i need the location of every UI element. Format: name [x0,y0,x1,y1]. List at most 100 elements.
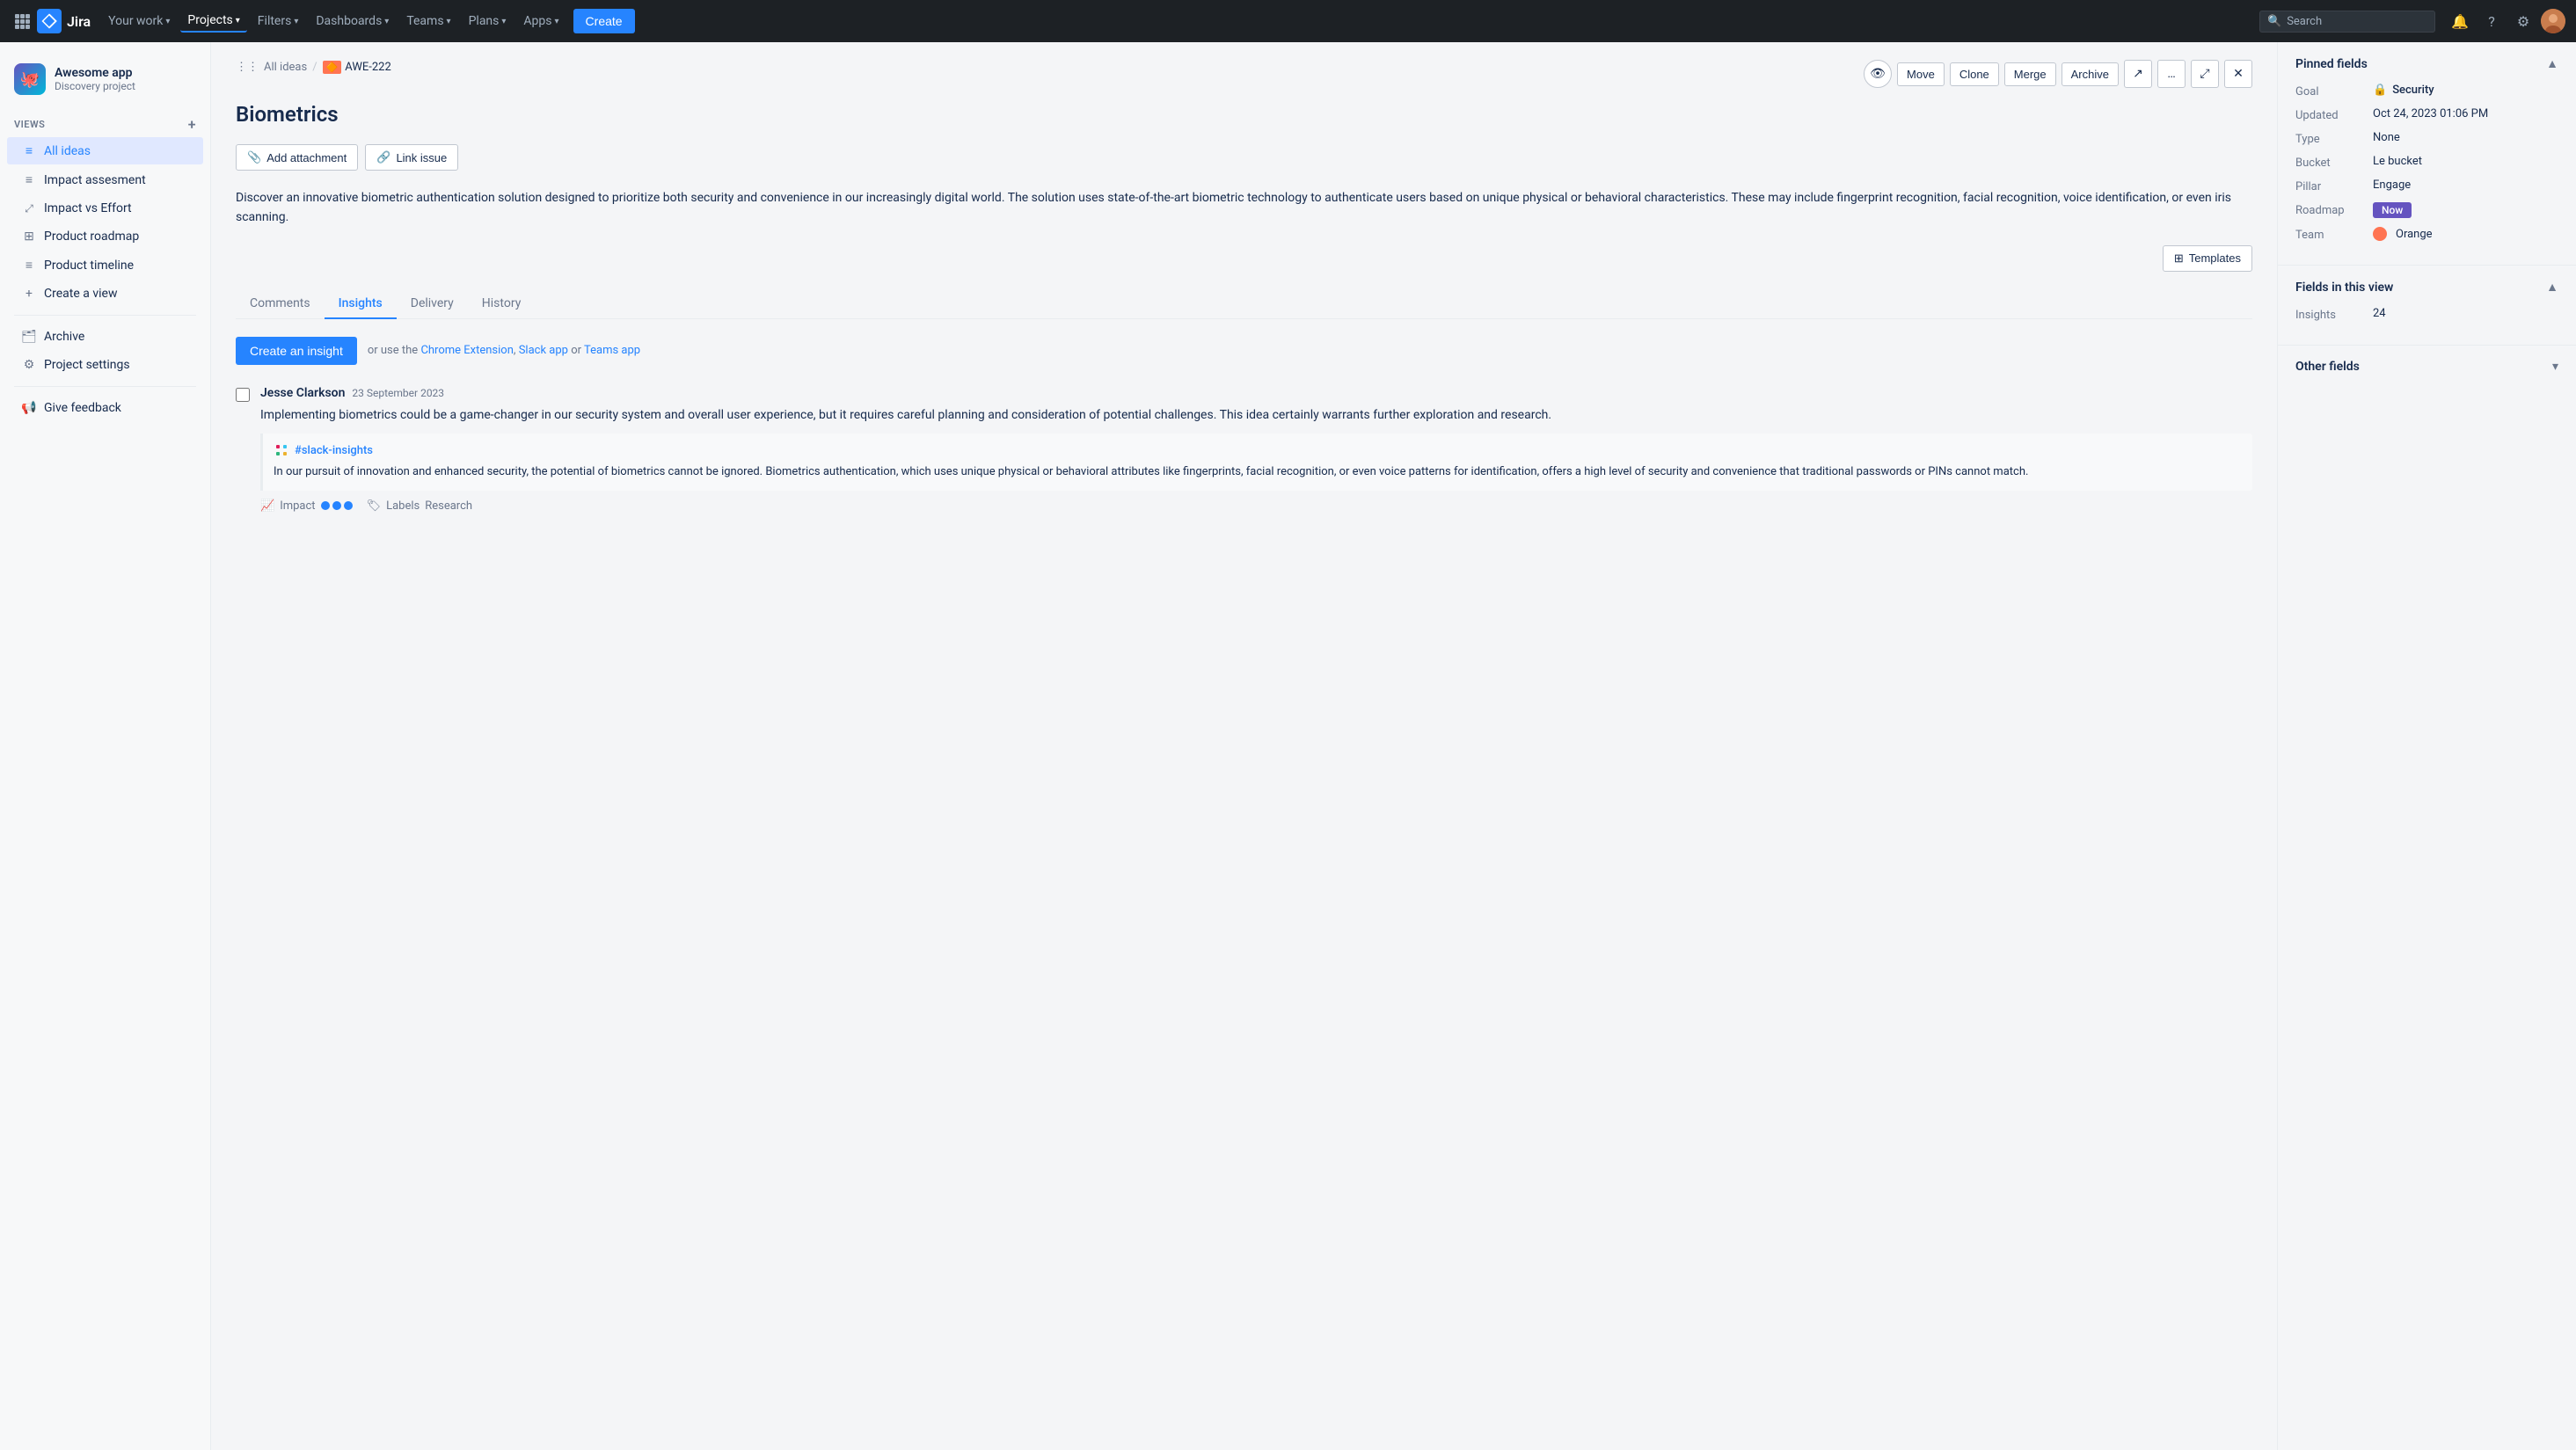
sidebar-item-all-ideas[interactable]: ≡ All ideas [7,137,203,164]
nav-dashboards[interactable]: Dashboards ▾ [309,11,396,32]
help-icon[interactable]: ? [2477,7,2506,35]
pillar-value[interactable]: Engage [2373,179,2411,192]
jira-logo[interactable]: Jira [37,9,91,33]
team-dot [2373,227,2387,241]
share-button[interactable]: ↗ [2124,60,2152,88]
sidebar-item-feedback[interactable]: 📢 Give feedback [7,395,203,421]
updated-label: Updated [2295,107,2366,122]
insights-label: Insights [2295,307,2366,322]
tab-delivery[interactable]: Delivery [397,289,468,319]
search-bar[interactable]: 🔍 Search [2259,11,2435,33]
sidebar-item-project-settings[interactable]: ⚙ Project settings [7,352,203,378]
sidebar-item-impact-assessment[interactable]: ≡ Impact assesment [7,166,203,193]
notifications-icon[interactable]: 🔔 [2446,7,2474,35]
chrome-extension-link[interactable]: Chrome Extension [420,344,513,357]
tab-history[interactable]: History [468,289,536,319]
breadcrumb-all-ideas[interactable]: All ideas [264,61,307,74]
archive-button[interactable]: Archive [2062,62,2119,86]
fields-in-view-section: Fields in this view ▲ Insights 24 [2278,266,2576,346]
move-button[interactable]: Move [1897,62,1945,86]
nav-apps[interactable]: Apps ▾ [516,11,566,32]
sidebar-item-create-view[interactable]: + Create a view [7,281,203,307]
type-value[interactable]: None [2373,131,2400,144]
roadmap-value[interactable]: Now [2373,202,2412,218]
slack-channel-link[interactable]: #slack-insights [295,444,373,457]
fields-in-view-collapse[interactable]: ▲ [2546,280,2558,295]
other-fields-expand[interactable]: ▾ [2552,360,2558,374]
settings-icon[interactable]: ⚙ [2509,7,2537,35]
insight-quote-text: In our pursuit of innovation and enhance… [274,463,2242,482]
sidebar-divider-2 [14,386,196,387]
user-avatar[interactable] [2541,9,2565,33]
search-icon: 🔍 [2267,15,2281,28]
insight-body: Jesse Clarkson 23 September 2023 Impleme… [260,386,2252,513]
type-label: Type [2295,131,2366,146]
insight-quote-source: #slack-insights [274,442,2242,458]
pinned-fields-collapse[interactable]: ▲ [2546,56,2558,71]
add-view-button[interactable]: + [188,116,196,133]
tab-comments[interactable]: Comments [236,289,325,319]
goal-text[interactable]: Security [2392,84,2434,97]
nav-your-work[interactable]: Your work ▾ [101,11,177,32]
impact-dot-1 [321,501,330,510]
fields-in-view-header: Fields in this view ▲ [2295,280,2558,295]
teams-chevron: ▾ [447,17,451,26]
top-nav: Jira Your work ▾ Projects ▾ Filters ▾ Da… [0,0,2576,42]
watch-button[interactable]: 👁 [1864,60,1892,88]
add-attachment-button[interactable]: 📎 Add attachment [236,144,358,171]
project-type: Discovery project [55,80,135,92]
insight-date: 23 September 2023 [352,387,444,399]
grid-icon[interactable] [11,10,33,33]
issue-badge: 🔶 [323,61,342,74]
nav-filters[interactable]: Filters ▾ [251,11,306,32]
insight-author-row: Jesse Clarkson 23 September 2023 [260,386,2252,400]
create-insight-button[interactable]: Create an insight [236,337,357,365]
goal-label: Goal [2295,84,2366,98]
insight-checkbox[interactable] [236,388,250,402]
sidebar-item-archive[interactable]: 🗂 Archive [7,324,203,350]
close-button[interactable]: ✕ [2224,60,2252,88]
team-value[interactable]: Orange [2373,227,2433,241]
insights-count[interactable]: 24 [2373,307,2386,320]
create-view-icon: + [21,287,37,301]
link-issue-button[interactable]: 🔗 Link issue [365,144,458,171]
roadmap-badge: Now [2373,202,2412,218]
templates-button[interactable]: ⊞ Templates [2163,245,2252,272]
nav-projects[interactable]: Projects ▾ [180,10,246,33]
impact-dot-3 [344,501,353,510]
other-fields-header[interactable]: Other fields ▾ [2295,360,2558,374]
tab-insights[interactable]: Insights [325,289,397,319]
pillar-label: Pillar [2295,179,2366,193]
teams-app-link[interactable]: Teams app [584,344,640,357]
sidebar: 🐙 Awesome app Discovery project VIEWS + … [0,42,211,1450]
nav-teams[interactable]: Teams ▾ [399,11,457,32]
right-panel: Pinned fields ▲ Goal 🔒 Security Updated … [2277,42,2576,1450]
idea-title: Biometrics [236,102,2252,127]
apps-chevron: ▾ [555,17,559,26]
labels-icon: 🏷 [367,499,382,513]
fields-in-view-title: Fields in this view [2295,281,2393,295]
bucket-value[interactable]: Le bucket [2373,155,2422,168]
more-options-button[interactable]: … [2157,60,2186,88]
breadcrumb-grid-icon: ⋮⋮ [236,61,259,74]
slack-app-link[interactable]: Slack app [519,344,568,357]
pinned-fields-header: Pinned fields ▲ [2295,56,2558,71]
nav-plans[interactable]: Plans ▾ [462,11,514,32]
sidebar-item-impact-effort[interactable]: ⤢ Impact vs Effort [7,195,203,222]
create-button[interactable]: Create [573,9,635,33]
merge-button[interactable]: Merge [2004,62,2056,86]
expand-button[interactable]: ⤢ [2191,60,2219,88]
link-icon: 🔗 [376,150,390,164]
impact-effort-icon: ⤢ [21,202,37,215]
project-icon: 🐙 [14,63,46,95]
clone-button[interactable]: Clone [1950,62,1999,86]
idea-description: Discover an innovative biometric authent… [236,188,2252,228]
templates-row: ⊞ Templates [236,245,2252,272]
insight-meta: 📈 Impact 🏷 Labels Research [260,499,2252,513]
sidebar-item-product-roadmap[interactable]: ⊞ Product roadmap [7,223,203,250]
templates-icon: ⊞ [2174,251,2184,266]
goal-icon: 🔒 [2373,84,2387,97]
sidebar-item-product-timeline[interactable]: ≡ Product timeline [7,251,203,279]
insight-labels: 🏷 Labels Research [367,499,472,513]
archive-icon: 🗂 [21,330,37,344]
